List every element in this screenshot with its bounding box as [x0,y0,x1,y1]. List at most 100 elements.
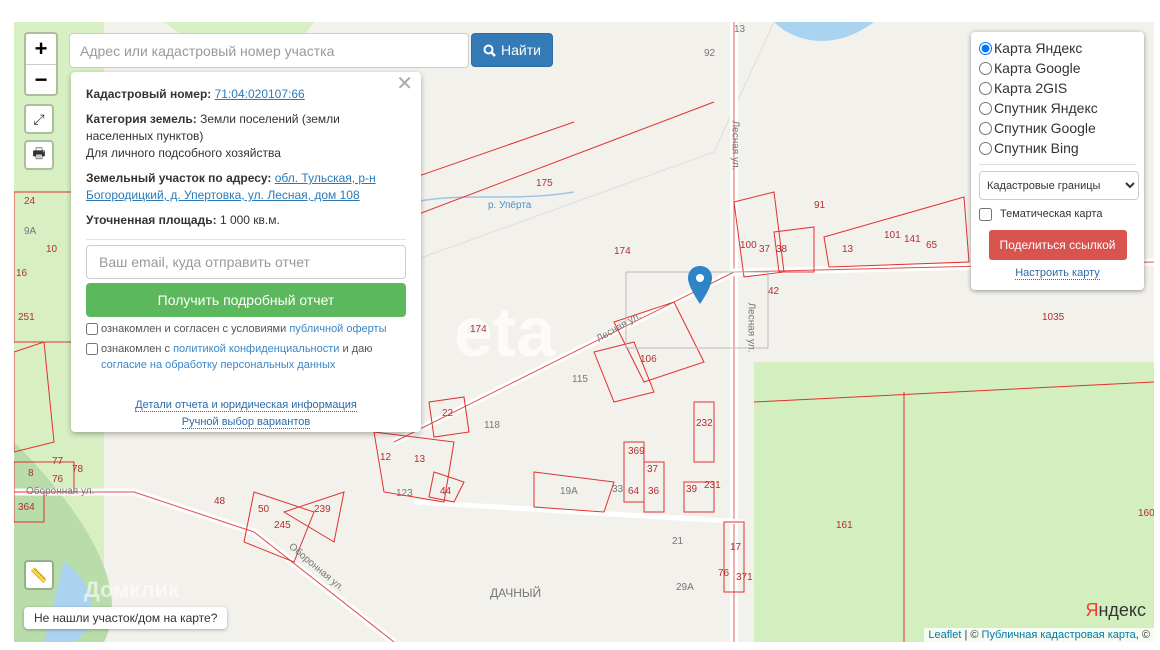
map-label: 175 [536,178,553,189]
map-label: 42 [768,286,780,297]
layer-label: Спутник Яндекс [994,100,1098,116]
privacy-link[interactable]: политикой конфиденциальности [173,343,339,355]
printer-icon: 🖶 [32,145,46,161]
address-label: Земельный участок по адресу: [86,171,272,185]
search-button[interactable]: Найти [471,33,553,67]
get-report-button[interactable]: Получить подробный отчет [86,283,406,317]
map-label: 92 [704,48,716,59]
layers-panel: Карта Яндекс Карта Google Карта 2GIS Спу… [971,32,1144,290]
map-label: 1035 [1042,312,1065,323]
layer-option[interactable]: Спутник Яндекс [979,98,1136,118]
measure-button[interactable]: 📏 [24,560,54,590]
map-label: 50 [258,504,270,515]
layer-label: Карта Google [994,60,1081,76]
thematic-label: Тематическая карта [1000,208,1103,220]
map-label: 371 [736,572,753,583]
attribution-sep: | © [961,629,982,641]
privacy-text-mid: и даю [339,343,373,355]
map-label: 13 [734,24,746,35]
privacy-text: ознакомлен с [101,343,174,355]
map-label: 39 [686,484,698,495]
manual-select-link[interactable]: Ручной выбор вариантов [181,416,311,429]
map-label: 106 [640,354,657,365]
offer-checkbox[interactable] [86,323,98,335]
map-label: 44 [440,486,452,497]
layer-option[interactable]: Карта Яндекс [979,38,1136,58]
street-label: Лесная ул. [745,302,757,353]
map-label: 369 [628,446,645,457]
street-label: Оборонная ул. [26,486,95,497]
thematic-checkbox[interactable] [979,207,992,221]
attribution: Leaflet | © Публичная кадастровая карта,… [924,628,1154,642]
share-link-button[interactable]: Поделиться ссылкой [988,230,1127,260]
map-label: 29А [676,582,694,593]
zoom-out-button[interactable]: − [26,64,56,94]
map[interactable]: eta Домклик 13 92 175 174 174 91 100 37 … [14,22,1154,642]
zoom-in-button[interactable]: + [26,34,56,64]
map-label: 8 [28,468,34,479]
map-label: 21 [672,536,684,547]
email-input[interactable] [86,245,406,279]
location-marker-icon[interactable] [688,266,712,307]
search-input[interactable] [69,33,469,68]
map-label: 12 [380,452,392,463]
map-label: 24 [24,196,36,207]
map-label: 22 [442,408,454,419]
map-label: 100 [740,240,757,251]
layer-radio[interactable] [979,81,992,95]
map-label: 101 [884,230,901,241]
map-label: ДАЧНЫЙ [490,586,542,600]
map-label: 245 [274,520,291,531]
layer-radio[interactable] [979,101,992,115]
map-label: 65 [926,240,938,251]
search-icon [483,44,496,57]
map-label: 174 [470,324,487,335]
map-label: 174 [614,246,631,257]
print-button[interactable]: 🖶 [24,140,54,170]
street-label: Лесная ул. [729,120,741,171]
layer-radio[interactable] [979,41,992,55]
map-label: 37 [759,244,771,255]
map-label: 10 [46,244,58,255]
pkk-link[interactable]: Публичная кадастровая карта [982,629,1136,641]
map-label: 118 [484,420,500,431]
consent-link[interactable]: согласие на обработку персональных данны… [101,359,335,371]
configure-map-link[interactable]: Настроить карту [1015,267,1100,280]
layer-radio[interactable] [979,141,992,155]
fullscreen-button[interactable]: ⤢ [24,104,54,134]
overlay-select[interactable]: Кадастровые границы [979,171,1139,200]
map-label: 48 [214,496,226,507]
map-label: 123 [396,488,413,499]
layer-label: Спутник Google [994,120,1096,136]
offer-text: ознакомлен и согласен с условиями [101,323,290,335]
map-label: 36 [648,486,660,497]
close-icon[interactable]: ✕ [396,74,413,94]
details-link[interactable]: Детали отчета и юридическая информация [135,399,357,412]
privacy-checkbox[interactable] [86,343,98,355]
map-label: 17 [730,542,742,553]
not-found-button[interactable]: Не нашли участок/дом на карте? [24,607,228,629]
layer-radio[interactable] [979,121,992,135]
leaflet-link[interactable]: Leaflet [928,629,961,641]
layer-option[interactable]: Карта 2GIS [979,78,1136,98]
map-label: 161 [836,520,853,531]
attribution-tail: , © [1135,629,1150,641]
layer-option[interactable]: Карта Google [979,58,1136,78]
offer-link[interactable]: публичной оферты [289,323,386,335]
map-label: 232 [696,418,713,429]
river-label: р. Упёрта [488,200,532,211]
map-label: 76 [52,474,64,485]
zoom-control: + − [24,32,58,96]
cadastral-number-link[interactable]: 71:04:020107:66 [215,87,305,101]
cadastral-label: Кадастровый номер: [86,87,212,101]
layer-radio[interactable] [979,61,992,75]
area-value: 1 000 кв.м. [219,213,280,227]
map-label: 16 [16,268,28,279]
map-label: 33 [612,484,624,495]
layer-option[interactable]: Спутник Google [979,118,1136,138]
layer-option[interactable]: Спутник Bing [979,138,1136,158]
thematic-option[interactable]: Тематическая карта [979,204,1136,224]
map-label: 9А [24,226,37,237]
domclick-watermark: Домклик [84,577,180,602]
yandex-logo: Яндекс [1085,600,1146,620]
